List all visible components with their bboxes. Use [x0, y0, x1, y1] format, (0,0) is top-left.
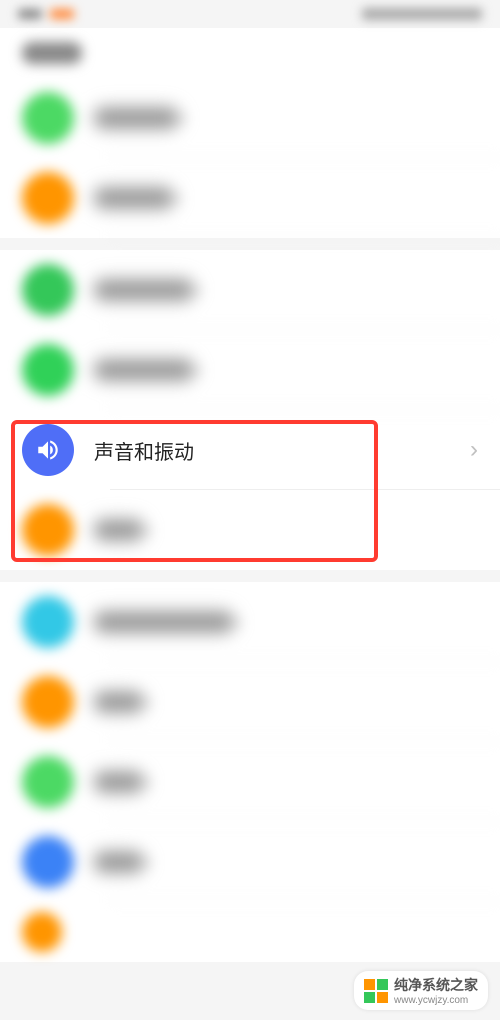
app-icon — [22, 912, 62, 952]
app-icon — [22, 344, 74, 396]
app-icon — [22, 756, 74, 808]
settings-row[interactable]: › — [0, 78, 500, 158]
app-icon — [22, 264, 74, 316]
chevron-right-icon: › — [234, 608, 242, 636]
settings-row[interactable]: › — [0, 330, 500, 410]
settings-row[interactable]: › — [0, 822, 500, 902]
app-icon — [22, 504, 74, 556]
sound-icon — [22, 424, 74, 476]
settings-row-sound-vibration[interactable]: 声音和振动 › — [0, 410, 500, 490]
watermark: 纯净系统之家 www.ycwjzy.com — [354, 971, 488, 1010]
watermark-url: www.ycwjzy.com — [394, 995, 478, 1006]
app-icon — [22, 596, 74, 648]
chevron-right-icon: › — [144, 848, 152, 876]
settings-row[interactable] — [0, 902, 500, 962]
chevron-right-icon: › — [470, 436, 478, 464]
chevron-right-icon: › — [194, 356, 202, 384]
app-icon — [22, 172, 74, 224]
chevron-right-icon: › — [174, 184, 182, 212]
chevron-right-icon: › — [144, 688, 152, 716]
watermark-logo-icon — [364, 979, 388, 1003]
app-icon — [22, 92, 74, 144]
chevron-right-icon: › — [144, 768, 152, 796]
settings-row-label: 声音和振动 — [94, 436, 470, 465]
chevron-right-icon: › — [144, 516, 152, 544]
settings-row[interactable]: › — [0, 582, 500, 662]
watermark-name: 纯净系统之家 — [394, 975, 478, 995]
settings-row[interactable]: › — [0, 250, 500, 330]
app-icon — [22, 836, 74, 888]
settings-row[interactable]: › — [0, 158, 500, 238]
settings-row[interactable]: › — [0, 490, 500, 570]
status-bar — [0, 0, 500, 28]
chevron-right-icon: › — [194, 276, 202, 304]
chevron-right-icon: › — [179, 104, 187, 132]
section-header — [0, 28, 500, 78]
app-icon — [22, 676, 74, 728]
settings-row[interactable]: › — [0, 742, 500, 822]
settings-row[interactable]: › — [0, 662, 500, 742]
